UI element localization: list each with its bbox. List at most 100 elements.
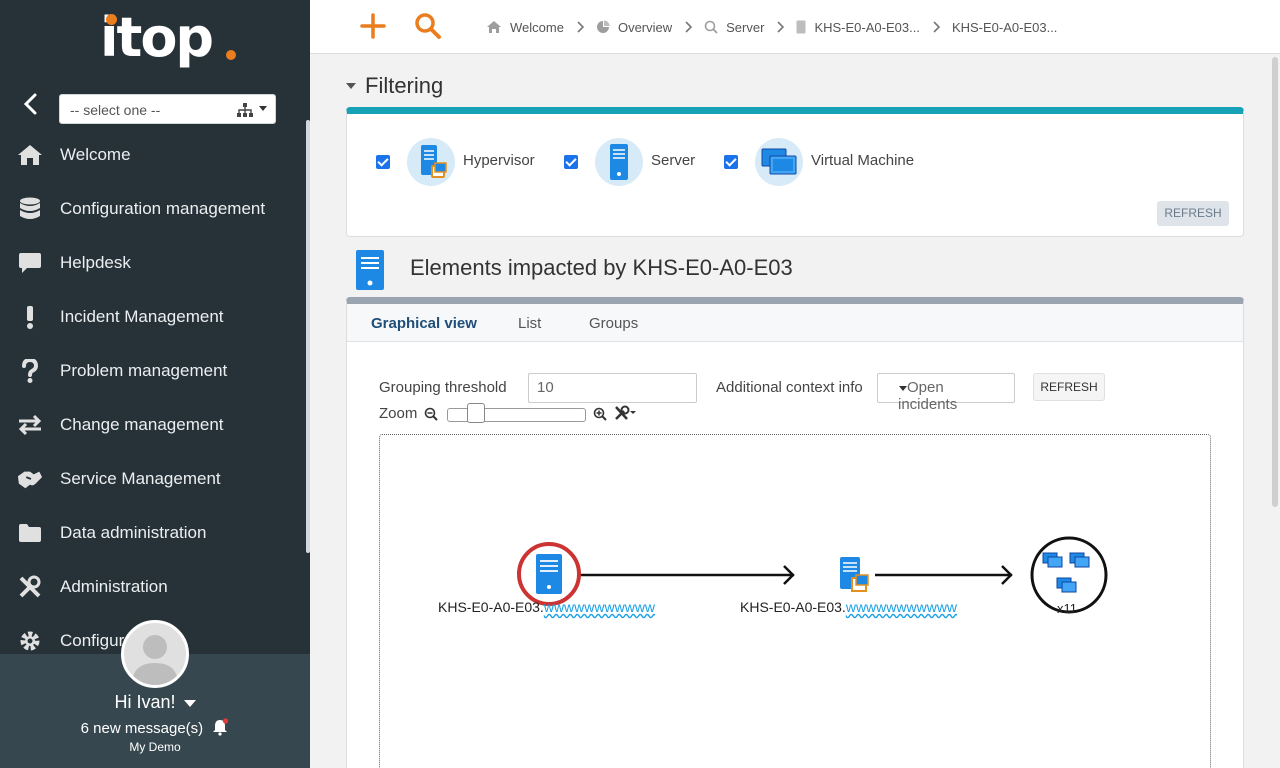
user-silhouette-icon [132, 635, 178, 685]
menu-item-welcome[interactable]: Welcome [0, 128, 306, 182]
breadcrumb-label: Server [726, 19, 765, 35]
zoom-slider-handle[interactable] [467, 403, 485, 423]
graph-node-server-label: KHS-E0-A0-E03.wwwwwwwwwww [438, 599, 655, 615]
node-label-text: KHS-E0-A0-E03. [438, 599, 544, 615]
graph-refresh-button[interactable]: REFRESH [1033, 373, 1105, 401]
menu-item-helpdesk[interactable]: Helpdesk [0, 236, 306, 290]
hypervisor-icon [421, 145, 447, 178]
redacted-text: wwwwwwwwwww [845, 599, 958, 615]
graph-node-hypervisor[interactable] [840, 557, 869, 592]
breadcrumb-label: KHS-E0-A0-E03... [814, 19, 920, 35]
menu-item-label: Configuration management [60, 199, 266, 218]
menu-item-incident-management[interactable]: Incident Management [0, 290, 306, 344]
logo-dot [226, 50, 236, 60]
plus-icon [360, 13, 386, 39]
sidebar: itop -- select one -- Welcome Configurat… [0, 0, 310, 768]
new-object-button[interactable] [360, 12, 386, 40]
impact-graph[interactable]: KHS-E0-A0-E03.wwwwwwwwwww KHS-E0-A0-E03.… [379, 434, 1211, 768]
chevron-down-icon [259, 106, 267, 111]
main-scrollbar[interactable] [1272, 57, 1278, 507]
server-label: Server [651, 152, 696, 169]
breadcrumb-welcome[interactable]: Welcome [486, 20, 564, 35]
breadcrumb-label: KHS-E0-A0-E03... [951, 19, 1058, 35]
zoom-label: Zoom [379, 405, 418, 422]
logo-i-dot [106, 14, 117, 25]
zoom-out-icon[interactable] [424, 407, 438, 421]
user-avatar[interactable] [121, 620, 189, 688]
top-bar: Welcome Overview Server KHS-E0-A0-E03...… [310, 0, 1280, 54]
chevron-right-icon [776, 21, 785, 33]
additional-context-value: Open incidents [898, 379, 958, 413]
organization-select[interactable]: -- select one -- [59, 94, 276, 124]
menu-item-label: Service Management [60, 469, 221, 488]
virtual-machine-class-icon [755, 138, 803, 186]
filtering-toggle[interactable]: Filtering [346, 73, 443, 99]
exchange-arrows-icon [17, 412, 43, 438]
breadcrumb-label: Overview [617, 19, 673, 35]
tab-groups[interactable]: Groups [589, 315, 638, 332]
virtual-machine-checkbox[interactable] [724, 155, 738, 169]
collapse-sidebar-button[interactable] [18, 92, 44, 116]
breadcrumb-server[interactable]: Server [704, 20, 764, 35]
caret-down-icon [899, 386, 907, 391]
graph-node-hypervisor-label: KHS-E0-A0-E03.wwwwwwwwwww [740, 599, 957, 615]
redacted-text: wwwwwwwwwww [543, 599, 656, 615]
filter-refresh-button[interactable]: REFRESH [1157, 201, 1229, 226]
main-menu: Welcome Configuration management Helpdes… [0, 128, 306, 668]
grouping-threshold-label: Grouping threshold [379, 379, 507, 396]
server-checkbox[interactable] [564, 155, 578, 169]
user-menu-toggle[interactable]: Hi Ivan! [0, 692, 310, 713]
tab-list[interactable]: List [518, 315, 541, 332]
gear-icon [17, 628, 43, 654]
node-label-text: KHS-E0-A0-E03. [740, 599, 846, 615]
itop-logo[interactable]: itop [100, 6, 240, 83]
zoom-in-icon[interactable] [593, 407, 607, 421]
menu-item-change-management[interactable]: Change management [0, 398, 306, 452]
menu-item-administration[interactable]: Administration [0, 560, 306, 614]
server-class-icon [595, 138, 643, 186]
bell-icon [213, 718, 229, 736]
menu-item-label: Problem management [60, 361, 228, 380]
menu-item-configuration-management[interactable]: Configuration management [0, 182, 306, 236]
additional-context-select[interactable]: Open incidents [877, 373, 1015, 413]
handshake-icon [17, 466, 43, 492]
impact-panel: Graphical view List Groups Grouping thre… [346, 297, 1244, 768]
tools-menu-icon[interactable] [614, 405, 638, 421]
home-icon [486, 20, 502, 34]
graph-node-server[interactable] [517, 542, 581, 606]
search-icon [415, 13, 441, 39]
graph-node-vm-group-label: x11 [1057, 601, 1077, 616]
menu-item-service-management[interactable]: Service Management [0, 452, 306, 506]
hypervisor-label: Hypervisor [463, 152, 535, 169]
user-greeting: Hi Ivan! [114, 692, 176, 712]
notifications[interactable]: 6 new message(s) [0, 718, 310, 737]
tab-graphical-view[interactable]: Graphical view [371, 315, 477, 332]
breadcrumb-overview[interactable]: Overview [596, 20, 672, 35]
chevron-left-icon [23, 93, 37, 115]
breadcrumb-server-object[interactable]: KHS-E0-A0-E03... [796, 20, 920, 35]
virtual-machine-label: Virtual Machine [811, 152, 915, 169]
menu-item-label: Incident Management [60, 307, 224, 326]
impact-tabs: Graphical view List Groups [347, 304, 1243, 342]
logo-text: itop [100, 6, 214, 69]
question-icon [17, 358, 43, 384]
home-icon [17, 142, 43, 168]
menu-item-data-administration[interactable]: Data administration [0, 506, 306, 560]
server-icon [356, 250, 384, 290]
main-content: Filtering Hypervisor Server Virtual Mach… [310, 55, 1280, 768]
breadcrumb-current[interactable]: KHS-E0-A0-E03... [952, 20, 1058, 35]
grouping-threshold-input[interactable]: 10 [528, 373, 697, 403]
breadcrumb: Welcome Overview Server KHS-E0-A0-E03...… [486, 0, 1057, 54]
search-icon [704, 20, 718, 34]
organization-select-value: -- select one -- [70, 102, 161, 118]
menu-item-problem-management[interactable]: Problem management [0, 344, 306, 398]
filtering-panel: Hypervisor Server Virtual Machine REFRES… [346, 107, 1244, 237]
hypervisor-checkbox[interactable] [376, 155, 390, 169]
global-search-button[interactable] [414, 12, 442, 40]
exclamation-icon [17, 304, 43, 330]
filtering-title: Filtering [365, 73, 444, 98]
menu-item-label: Administration [60, 577, 168, 596]
chevron-down-icon [183, 699, 196, 707]
chat-bubble-icon [17, 250, 43, 276]
menu-item-label: Welcome [60, 145, 131, 164]
